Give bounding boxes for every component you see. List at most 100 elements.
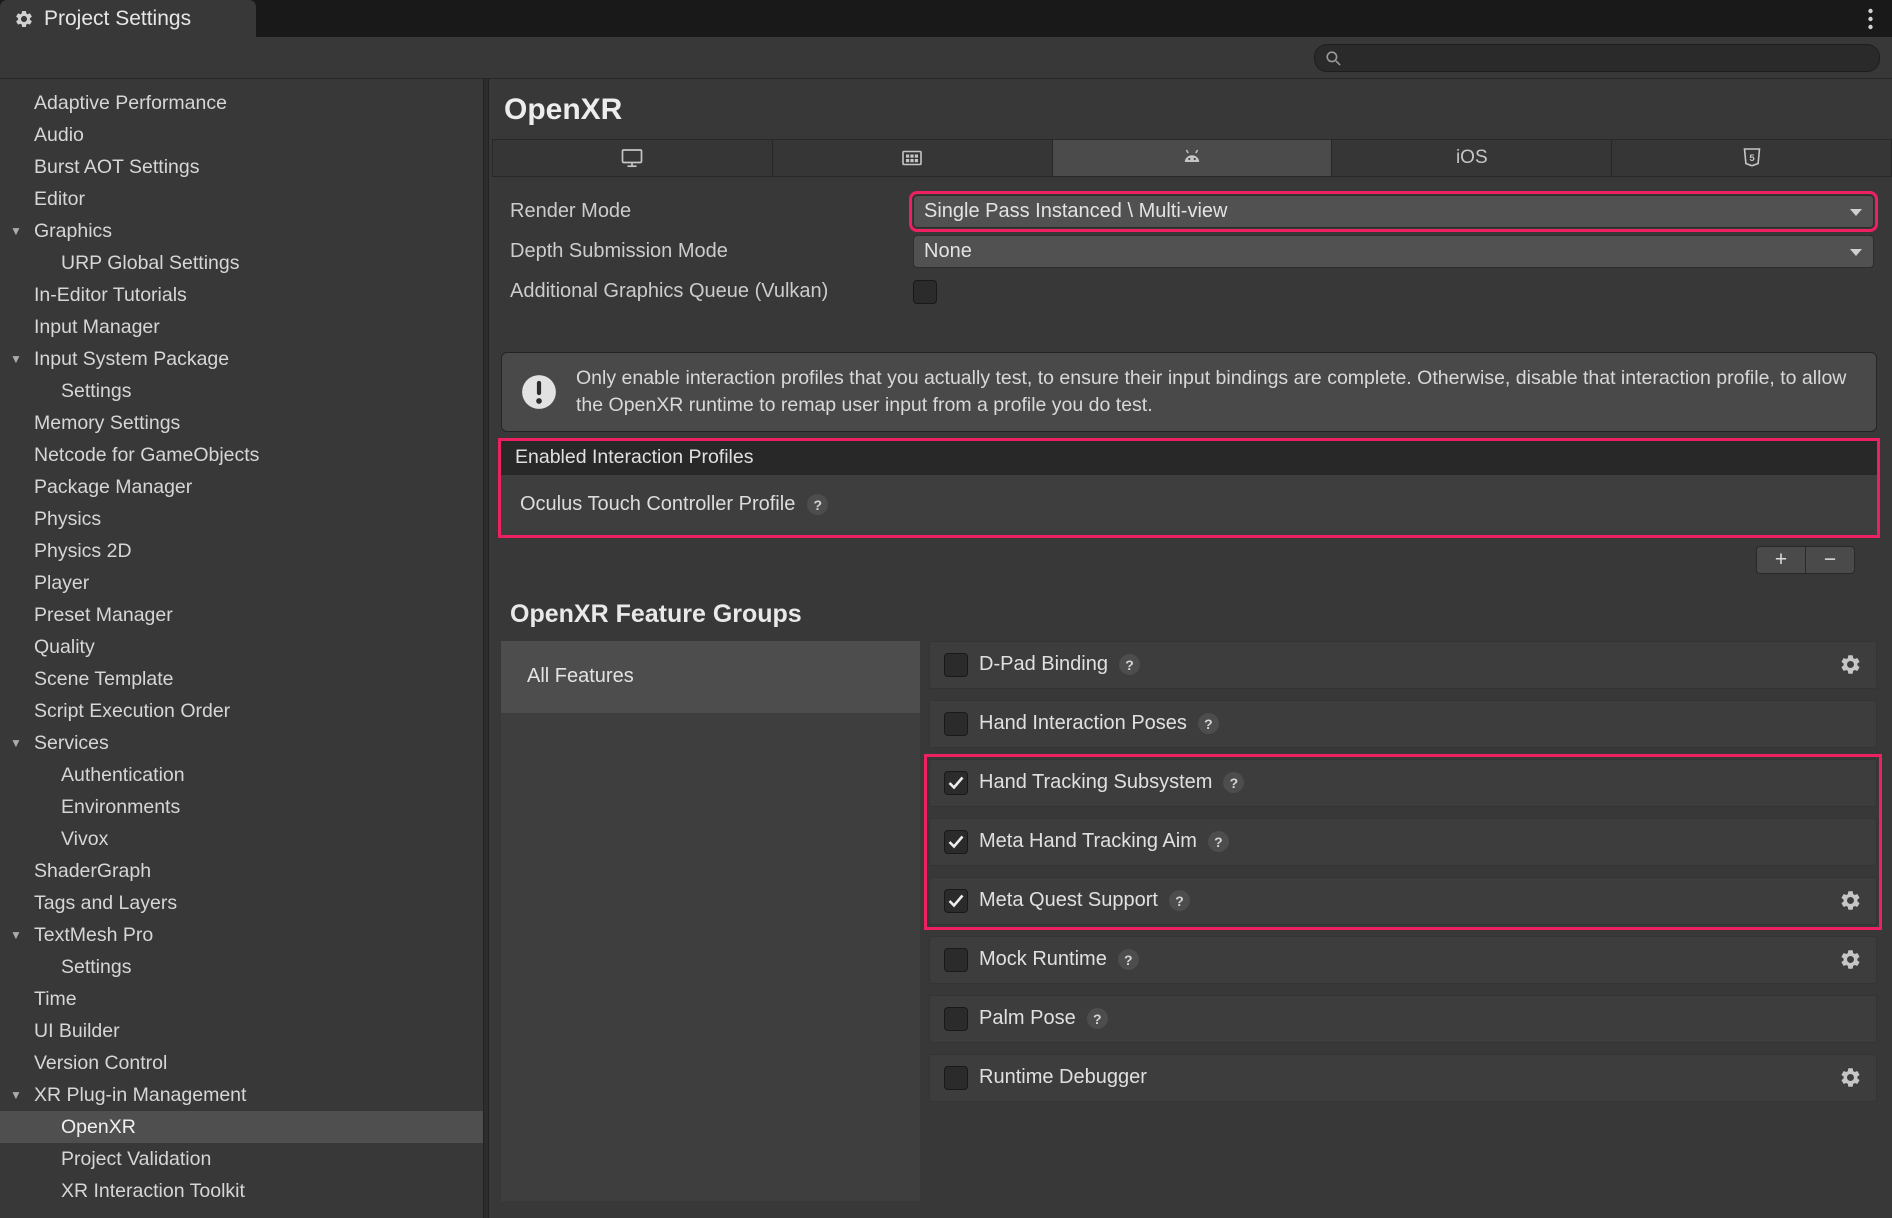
- depth-submission-row: Depth Submission Mode None: [510, 235, 1874, 268]
- help-icon[interactable]: [1119, 654, 1140, 675]
- sidebar-item[interactable]: Memory Settings: [0, 407, 483, 439]
- interaction-profile-row[interactable]: Oculus Touch Controller Profile: [501, 475, 1877, 535]
- settings-sidebar: Adaptive Performance Audio Burst AOT Set…: [0, 79, 483, 1218]
- enabled-interaction-profiles-box: Enabled Interaction Profiles Oculus Touc…: [498, 438, 1880, 538]
- tab-label-ios: iOS: [1456, 147, 1488, 169]
- sidebar-item[interactable]: XR Interaction Toolkit: [0, 1175, 483, 1207]
- sidebar-item[interactable]: Environments: [0, 791, 483, 823]
- sidebar-item[interactable]: Netcode for GameObjects: [0, 439, 483, 471]
- sidebar-item-label: Audio: [34, 124, 84, 147]
- help-icon[interactable]: [1087, 1008, 1108, 1029]
- add-remove-button-group: + −: [1756, 546, 1855, 574]
- foldout-triangle-icon[interactable]: [10, 1088, 34, 1102]
- sidebar-item[interactable]: In-Editor Tutorials: [0, 279, 483, 311]
- sidebar-item-label: Burst AOT Settings: [34, 156, 199, 179]
- sidebar-item[interactable]: Audio: [0, 119, 483, 151]
- sidebar-item-label: Package Manager: [34, 476, 192, 499]
- sidebar-item[interactable]: ShaderGraph: [0, 855, 483, 887]
- sidebar-item-label: Physics 2D: [34, 540, 132, 563]
- feature-row: Meta Hand Tracking Aim: [929, 818, 1877, 866]
- feature-label: Runtime Debugger: [979, 1066, 1147, 1089]
- sidebar-item[interactable]: OpenXR: [0, 1111, 483, 1143]
- window-tab-project-settings[interactable]: Project Settings: [0, 0, 256, 37]
- kebab-menu-icon[interactable]: [1849, 0, 1892, 37]
- foldout-triangle-icon[interactable]: [10, 352, 34, 366]
- sidebar-item[interactable]: Input Manager: [0, 311, 483, 343]
- sidebar-item[interactable]: Quality: [0, 631, 483, 663]
- sidebar-item[interactable]: URP Global Settings: [0, 247, 483, 279]
- feature-checkbox[interactable]: [944, 948, 968, 972]
- feature-settings-gear-icon[interactable]: [1839, 1066, 1862, 1089]
- foldout-triangle-icon[interactable]: [10, 928, 34, 942]
- sidebar-item[interactable]: TextMesh Pro: [0, 919, 483, 951]
- feature-checkbox[interactable]: [944, 653, 968, 677]
- sidebar-item[interactable]: Services: [0, 727, 483, 759]
- sidebar-item[interactable]: Version Control: [0, 1047, 483, 1079]
- search-input[interactable]: [1349, 45, 1869, 71]
- feature-settings-gear-icon[interactable]: [1839, 889, 1862, 912]
- sidebar-item[interactable]: Settings: [0, 375, 483, 407]
- sidebar-item[interactable]: UI Builder: [0, 1015, 483, 1047]
- sidebar-item-label: Graphics: [34, 220, 112, 243]
- tab-webgl[interactable]: 5: [1612, 139, 1892, 177]
- interaction-profiles-header: Enabled Interaction Profiles: [501, 441, 1877, 475]
- render-mode-row: Render Mode Single Pass Instanced \ Mult…: [510, 195, 1874, 228]
- dedicated-server-icon: [899, 146, 925, 170]
- sidebar-item[interactable]: Adaptive Performance: [0, 87, 483, 119]
- sidebar-item[interactable]: Editor: [0, 183, 483, 215]
- help-icon[interactable]: [1223, 772, 1244, 793]
- sidebar-item[interactable]: XR Plug-in Management: [0, 1079, 483, 1111]
- sidebar-item[interactable]: Scene Template: [0, 663, 483, 695]
- tab-ios[interactable]: iOS: [1332, 139, 1612, 177]
- foldout-triangle-icon[interactable]: [10, 224, 34, 238]
- sidebar-item[interactable]: Script Execution Order: [0, 695, 483, 727]
- help-icon[interactable]: [1169, 890, 1190, 911]
- tab-dedicated-server[interactable]: [773, 139, 1053, 177]
- sidebar-item[interactable]: Input System Package: [0, 343, 483, 375]
- vulkan-queue-row: Additional Graphics Queue (Vulkan): [510, 275, 1874, 308]
- sidebar-item[interactable]: Burst AOT Settings: [0, 151, 483, 183]
- sidebar-item[interactable]: Project Validation: [0, 1143, 483, 1175]
- sidebar-item[interactable]: Preset Manager: [0, 599, 483, 631]
- sidebar-item[interactable]: Package Manager: [0, 471, 483, 503]
- feature-checkbox[interactable]: [944, 712, 968, 736]
- feature-settings-gear-icon[interactable]: [1839, 653, 1862, 676]
- help-icon[interactable]: [1198, 713, 1219, 734]
- tab-desktop[interactable]: [492, 139, 773, 177]
- foldout-triangle-icon[interactable]: [10, 736, 34, 750]
- remove-profile-button[interactable]: −: [1806, 547, 1854, 573]
- sidebar-item[interactable]: Authentication: [0, 759, 483, 791]
- add-profile-button[interactable]: +: [1757, 547, 1806, 573]
- sidebar-item[interactable]: Graphics: [0, 215, 483, 247]
- feature-group-item[interactable]: All Features: [501, 641, 920, 713]
- tab-android[interactable]: [1053, 139, 1333, 177]
- search-field[interactable]: [1314, 44, 1880, 72]
- sidebar-item[interactable]: Player: [0, 567, 483, 599]
- render-mode-dropdown[interactable]: Single Pass Instanced \ Multi-view: [913, 195, 1874, 228]
- help-icon[interactable]: [1208, 831, 1229, 852]
- sidebar-item[interactable]: Time: [0, 983, 483, 1015]
- sidebar-item[interactable]: Physics 2D: [0, 535, 483, 567]
- feature-row: Hand Tracking Subsystem: [929, 759, 1877, 807]
- feature-checkbox[interactable]: [944, 830, 968, 854]
- sidebar-item-label: Time: [34, 988, 77, 1011]
- sidebar-item[interactable]: Settings: [0, 951, 483, 983]
- render-mode-value: Single Pass Instanced \ Multi-view: [924, 200, 1227, 223]
- feature-checkbox[interactable]: [944, 1066, 968, 1090]
- vulkan-queue-checkbox[interactable]: [913, 280, 937, 304]
- sidebar-item[interactable]: Physics: [0, 503, 483, 535]
- feature-row: Meta Quest Support: [929, 877, 1877, 925]
- sidebar-item-label: Input System Package: [34, 348, 229, 371]
- feature-settings-gear-icon[interactable]: [1839, 948, 1862, 971]
- help-icon[interactable]: [807, 494, 828, 515]
- feature-checkbox[interactable]: [944, 1007, 968, 1031]
- feature-checkbox[interactable]: [944, 889, 968, 913]
- sidebar-item-label: Adaptive Performance: [34, 92, 227, 115]
- depth-submission-dropdown[interactable]: None: [913, 235, 1874, 268]
- feature-checkbox[interactable]: [944, 771, 968, 795]
- help-icon[interactable]: [1118, 949, 1139, 970]
- sidebar-item[interactable]: Tags and Layers: [0, 887, 483, 919]
- svg-text:5: 5: [1749, 153, 1755, 164]
- sidebar-item-label: XR Plug-in Management: [34, 1084, 246, 1107]
- sidebar-item[interactable]: Vivox: [0, 823, 483, 855]
